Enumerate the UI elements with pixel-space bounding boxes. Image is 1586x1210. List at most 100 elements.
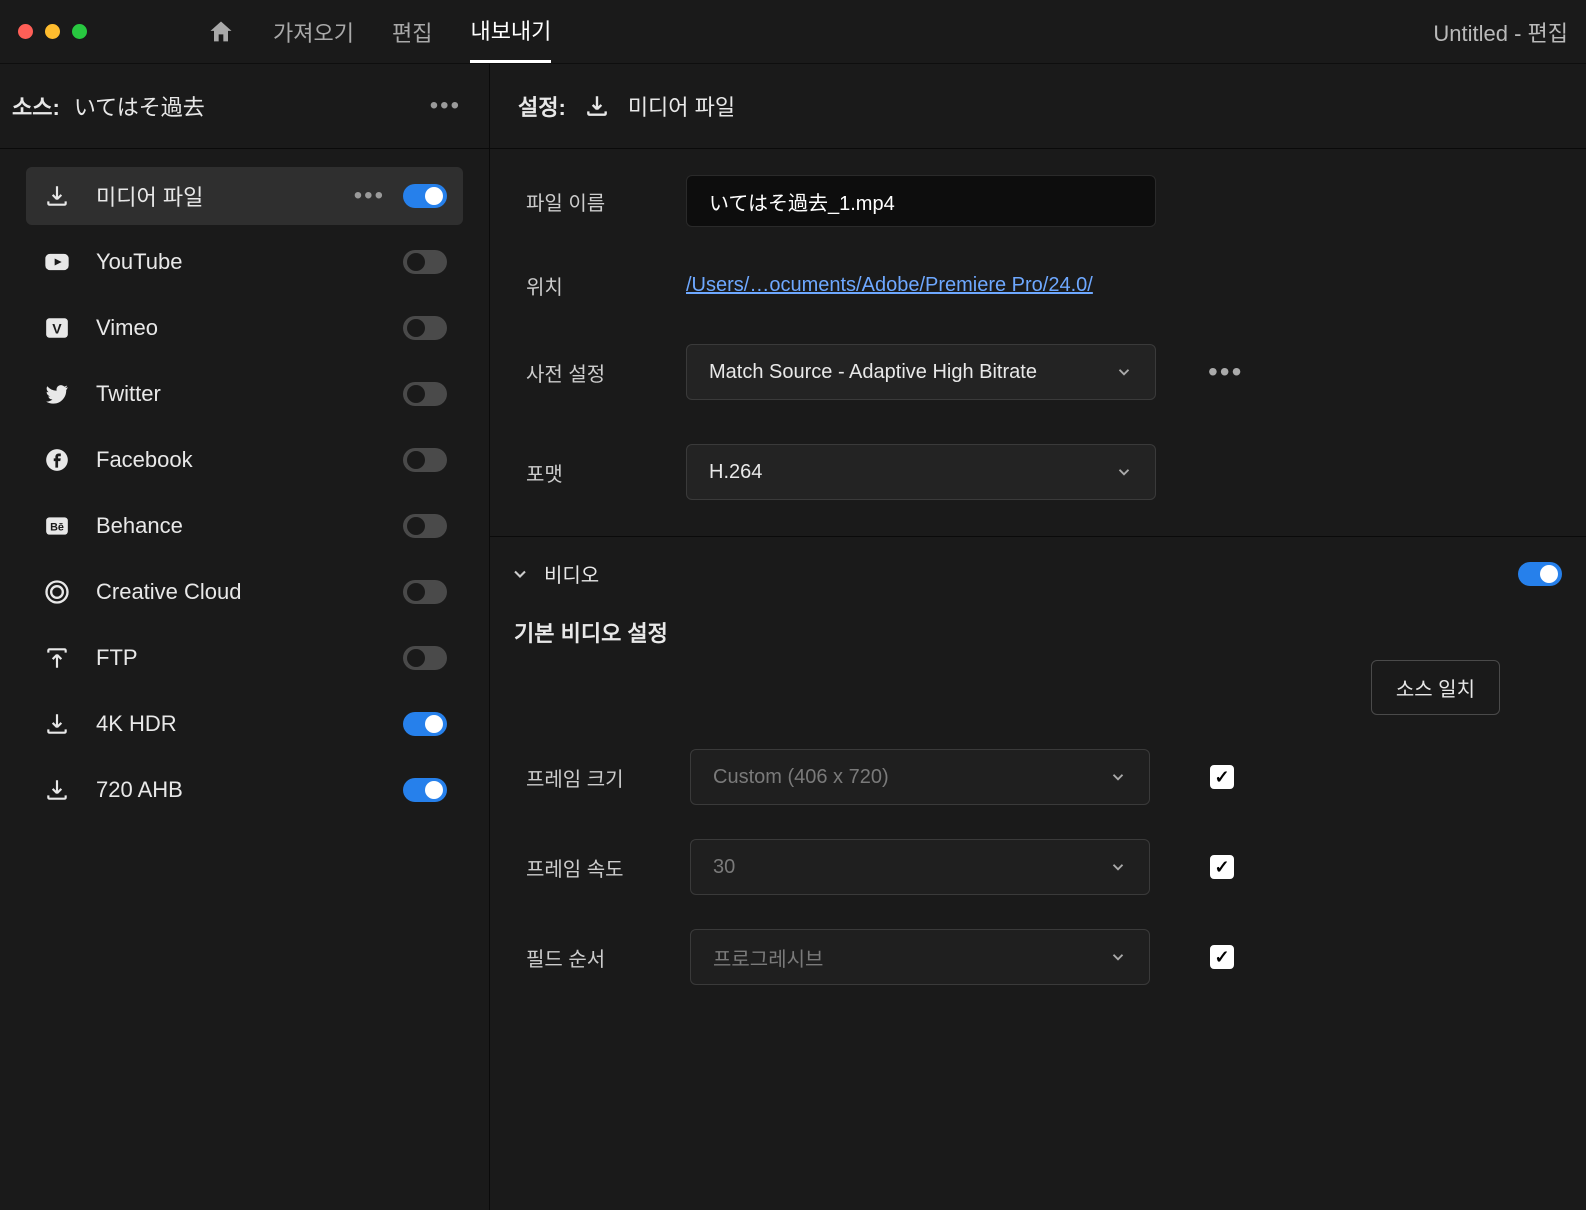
destination-toggle[interactable] [403,646,447,670]
match-source-checkbox[interactable] [1210,765,1234,789]
destination-item-4k-hdr[interactable]: 4K HDR [26,695,463,753]
destination-item-media-file[interactable]: 미디어 파일••• [26,167,463,225]
destination-toggle[interactable] [403,184,447,208]
filename-row: 파일 이름 [526,175,1550,227]
chevron-down-icon [1109,858,1127,876]
destination-list: 미디어 파일•••YouTubeVVimeoTwitterFacebookBēB… [0,149,489,819]
destination-toggle[interactable] [403,712,447,736]
destination-item-youtube[interactable]: YouTube [26,233,463,291]
cc-icon [42,577,72,607]
window-controls [18,24,87,39]
video-setting-value: 30 [713,856,735,879]
download-icon [42,181,72,211]
source-label: 소스: [12,90,60,122]
preset-more-icon[interactable]: ••• [1208,356,1243,388]
video-section-toggle[interactable] [1518,562,1562,586]
location-row: 위치 /Users/…ocuments/Adobe/Premiere Pro/2… [526,271,1550,300]
destination-toggle[interactable] [403,580,447,604]
destination-label: Behance [96,513,183,539]
workspace-tabs: 가져오기 편집 내보내기 [273,0,551,63]
format-label: 포맷 [526,458,656,487]
match-source-button[interactable]: 소스 일치 [1371,660,1500,715]
source-row: 소스: いてはそ過去 ••• [0,64,489,149]
format-value: H.264 [709,461,762,484]
destination-label: Facebook [96,447,193,473]
chevron-down-icon [1109,948,1127,966]
preset-value: Match Source - Adaptive High Bitrate [709,361,1037,384]
settings-panel: 설정: 미디어 파일 파일 이름 위치 /Users/…ocuments/Ado… [490,64,1586,1210]
filename-label: 파일 이름 [526,187,656,216]
settings-name: 미디어 파일 [628,90,735,122]
preset-label: 사전 설정 [526,358,656,387]
destination-label: YouTube [96,249,182,275]
format-row: 포맷 H.264 [526,444,1550,500]
destinations-panel: 소스: いてはそ過去 ••• 미디어 파일••• YouTube V Vimeo Twi… [0,64,490,1210]
destination-item-vimeo[interactable]: V Vimeo [26,299,463,357]
tab-edit[interactable]: 편집 [392,0,432,63]
chevron-down-icon [510,564,530,584]
destination-label: FTP [96,645,138,671]
destination-item-facebook[interactable]: Facebook [26,431,463,489]
video-setting-row: 프레임 속도30 [526,839,1562,895]
svg-text:V: V [52,320,62,336]
destination-toggle[interactable] [403,382,447,406]
video-setting-value: 프로그레시브 [713,943,823,972]
download-icon [42,709,72,739]
destination-toggle[interactable] [403,250,447,274]
settings-header: 설정: 미디어 파일 [490,64,1586,149]
destination-toggle[interactable] [403,778,447,802]
maximize-window-icon[interactable] [72,24,87,39]
filename-input[interactable] [686,175,1156,227]
preset-row: 사전 설정 Match Source - Adaptive High Bitra… [526,344,1550,400]
upload-icon [42,643,72,673]
close-window-icon[interactable] [18,24,33,39]
destination-item-behance[interactable]: Bē Behance [26,497,463,555]
tab-import[interactable]: 가져오기 [273,0,354,63]
export-form: 파일 이름 위치 /Users/…ocuments/Adobe/Premiere… [490,149,1586,537]
source-more-icon[interactable]: ••• [430,92,461,120]
destination-item-ftp[interactable]: FTP [26,629,463,687]
minimize-window-icon[interactable] [45,24,60,39]
destination-toggle[interactable] [403,514,447,538]
destination-label: Twitter [96,381,161,407]
destination-item-720-ahb[interactable]: 720 AHB [26,761,463,819]
svg-text:Bē: Bē [50,521,64,533]
video-setting-label: 필드 순서 [526,943,660,972]
video-section: 비디오 기본 비디오 설정 소스 일치 프레임 크기Custom (406 x … [490,537,1586,1021]
destination-more-icon[interactable]: ••• [354,182,385,210]
download-icon [584,93,610,119]
tab-export[interactable]: 내보내기 [470,0,551,63]
video-setting-row: 필드 순서 프로그레시브 [526,929,1562,985]
destination-toggle[interactable] [403,316,447,340]
facebook-icon [42,445,72,475]
chevron-down-icon [1115,463,1133,481]
destination-label: Vimeo [96,315,158,341]
location-link[interactable]: /Users/…ocuments/Adobe/Premiere Pro/24.0… [686,274,1093,297]
video-setting-select: Custom (406 x 720) [690,749,1150,805]
match-source-checkbox[interactable] [1210,855,1234,879]
video-setting-select: 프로그레시브 [690,929,1150,985]
video-setting-label: 프레임 크기 [526,763,660,792]
video-setting-select: 30 [690,839,1150,895]
vimeo-icon: V [42,313,72,343]
chevron-down-icon [1109,768,1127,786]
youtube-icon [42,247,72,277]
destination-toggle[interactable] [403,448,447,472]
video-section-title: 비디오 [544,559,599,588]
settings-label: 설정: [518,90,566,122]
video-setting-value: Custom (406 x 720) [713,766,889,789]
destination-label: 4K HDR [96,711,177,737]
preset-select[interactable]: Match Source - Adaptive High Bitrate [686,344,1156,400]
home-icon[interactable] [207,18,235,46]
behance-icon: Bē [42,511,72,541]
destination-item-twitter[interactable]: Twitter [26,365,463,423]
format-select[interactable]: H.264 [686,444,1156,500]
source-name: いてはそ過去 [74,90,205,122]
download-icon [42,775,72,805]
location-label: 위치 [526,271,656,300]
video-section-header[interactable]: 비디오 [510,559,1562,588]
video-setting-row: 프레임 크기 Custom (406 x 720) [526,749,1562,805]
destination-item-creative-cloud[interactable]: Creative Cloud [26,563,463,621]
video-form: 프레임 크기 Custom (406 x 720) 프레임 속도30 필드 순서 프로그… [510,715,1562,985]
match-source-checkbox[interactable] [1210,945,1234,969]
